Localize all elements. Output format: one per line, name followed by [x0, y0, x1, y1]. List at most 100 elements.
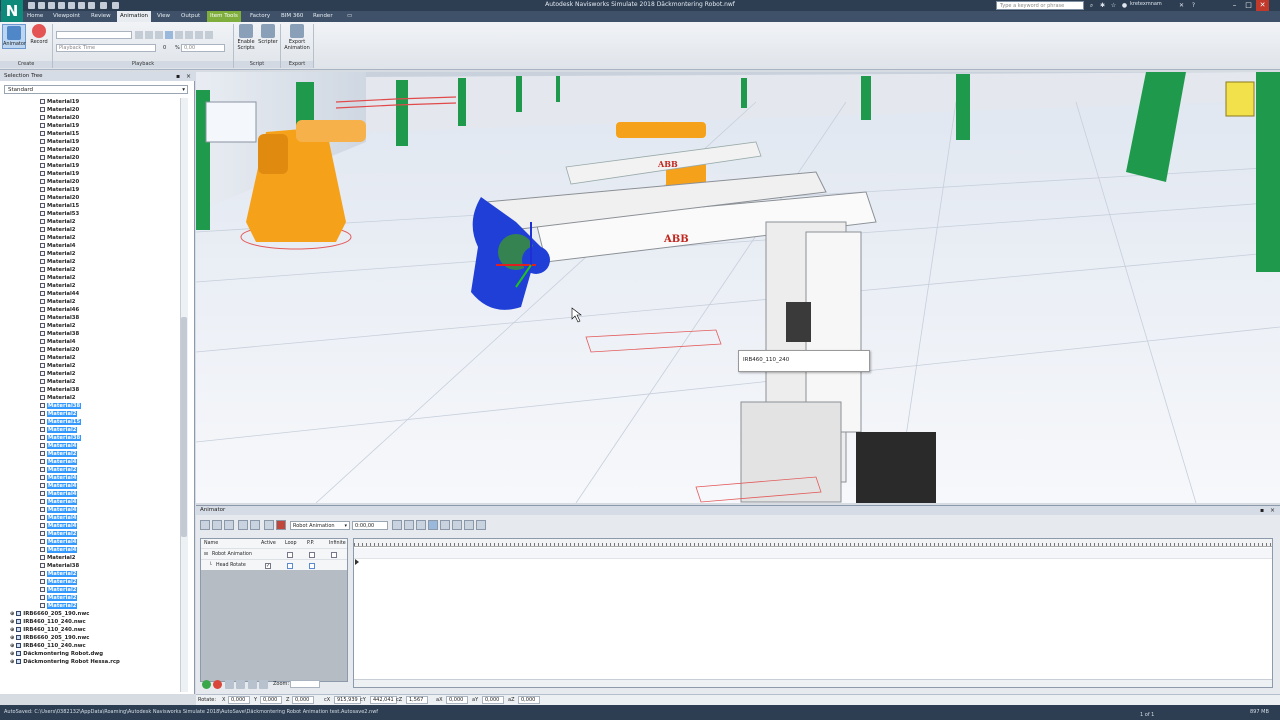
tree-item[interactable]: Material19	[0, 138, 180, 146]
tree-item[interactable]: Material2	[0, 466, 180, 474]
step-forward-icon[interactable]	[195, 31, 203, 39]
step-back-icon[interactable]	[145, 31, 153, 39]
3d-viewport[interactable]: ABB ABB IRB460_110_240	[196, 72, 1280, 503]
pin-icon[interactable]: ▪	[176, 73, 183, 80]
tab-home[interactable]: Home	[24, 11, 46, 22]
tree-item[interactable]: Material4	[0, 490, 180, 498]
cx-field[interactable]: 915,939	[334, 696, 361, 704]
move-down-icon[interactable]	[236, 680, 245, 689]
mouse-select-icon[interactable]	[112, 2, 119, 9]
x-field[interactable]: 0,000	[228, 696, 250, 704]
subscription-icon[interactable]: ✱	[1099, 2, 1106, 9]
tree-item[interactable]: Material19	[0, 122, 180, 130]
rotate-animation-icon[interactable]	[212, 520, 222, 530]
fast-forward-icon[interactable]	[205, 31, 213, 39]
timeline-ruler[interactable]	[354, 539, 1272, 547]
page-indicator[interactable]: 1 of 1	[1140, 708, 1154, 720]
tree-item[interactable]: Material4	[0, 338, 180, 346]
tree-item[interactable]: Material20	[0, 194, 180, 202]
pp-checkbox[interactable]	[309, 563, 315, 569]
delete-icon[interactable]	[213, 680, 222, 689]
step-forward-icon[interactable]	[464, 520, 474, 530]
z-field[interactable]: 0,000	[292, 696, 314, 704]
play-icon[interactable]	[185, 31, 193, 39]
tree-item[interactable]: Material19	[0, 98, 180, 106]
tree-file-item[interactable]: ⊕ IRB460_110_240.nwc	[0, 642, 180, 650]
properties-icon[interactable]	[88, 2, 95, 9]
tree-item[interactable]: Material2	[0, 426, 180, 434]
tree-item[interactable]: Material2	[0, 594, 180, 602]
tab-viewpoint[interactable]: Viewpoint	[50, 11, 83, 22]
pause-icon[interactable]	[428, 520, 438, 530]
tab-factory[interactable]: Factory	[247, 11, 273, 22]
pp-checkbox[interactable]	[309, 552, 315, 558]
tree-item[interactable]: Material2	[0, 258, 180, 266]
tree-item[interactable]: Material15	[0, 202, 180, 210]
zoom-out-icon[interactable]	[259, 680, 268, 689]
tree-item[interactable]: Material38	[0, 434, 180, 442]
tree-item[interactable]: Material38	[0, 562, 180, 570]
time-marker-icon[interactable]	[355, 559, 359, 565]
minimize-button[interactable]: –	[1228, 0, 1241, 11]
tree-item[interactable]: Material4	[0, 474, 180, 482]
print-icon[interactable]	[48, 2, 55, 9]
y-field[interactable]: 0,000	[260, 696, 282, 704]
az-field[interactable]: 0,000	[518, 696, 540, 704]
refresh-icon[interactable]	[78, 2, 85, 9]
ay-field[interactable]: 0,000	[482, 696, 504, 704]
tree-scrollbar-thumb[interactable]	[181, 317, 187, 537]
search-input[interactable]: Type a keyword or phrase	[996, 1, 1084, 10]
tree-item[interactable]: Material53	[0, 210, 180, 218]
help-icon[interactable]: ?	[1190, 2, 1197, 9]
tree-item[interactable]: Material15	[0, 130, 180, 138]
tree-item[interactable]: Material38	[0, 314, 180, 322]
rewind-icon[interactable]	[392, 520, 402, 530]
tree-item[interactable]: Material20	[0, 178, 180, 186]
tree-item[interactable]: Material4	[0, 506, 180, 514]
rewind-icon[interactable]	[135, 31, 143, 39]
translate-animation-icon[interactable]	[200, 520, 210, 530]
tree-item[interactable]: Material2	[0, 234, 180, 242]
undo-icon[interactable]	[58, 2, 65, 9]
tree-item[interactable]: Material2	[0, 570, 180, 578]
tree-file-item[interactable]: ⊕ IRB6660_205_190.nwc	[0, 610, 180, 618]
search-icon[interactable]: ⌕	[1088, 2, 1095, 9]
panel-close-icon[interactable]: ×	[1270, 507, 1275, 514]
auto-key-icon[interactable]	[276, 520, 286, 530]
tree-item[interactable]: Material4	[0, 442, 180, 450]
tree-item[interactable]: Material2	[0, 250, 180, 258]
zoom-in-icon[interactable]	[248, 680, 257, 689]
tree-item[interactable]: Material44	[0, 290, 180, 298]
tree-item[interactable]: Material2	[0, 394, 180, 402]
tree-item[interactable]: Material4	[0, 242, 180, 250]
tab-animation[interactable]: Animation	[117, 11, 152, 22]
timeline[interactable]	[353, 538, 1273, 688]
tab-review[interactable]: Review	[88, 11, 114, 22]
tree-item[interactable]: Material2	[0, 226, 180, 234]
transparency-animation-icon[interactable]	[250, 520, 260, 530]
tree-item[interactable]: Material46	[0, 306, 180, 314]
panel-close-icon[interactable]: ×	[186, 73, 193, 80]
tree-item[interactable]: Material20	[0, 114, 180, 122]
play-reverse-icon[interactable]	[155, 31, 163, 39]
tree-file-item[interactable]: ⊕ Däckmontering Robot Hessa.rcp	[0, 658, 180, 666]
save-icon[interactable]	[38, 2, 45, 9]
percent-input[interactable]: 0,00	[181, 44, 225, 52]
pin-icon[interactable]: ▪	[1260, 507, 1264, 514]
user-icon[interactable]: ●	[1121, 2, 1128, 9]
tree-item[interactable]: Material4	[0, 458, 180, 466]
stop-icon[interactable]	[440, 520, 450, 530]
play-reverse-icon[interactable]	[416, 520, 426, 530]
communication-icon[interactable]: ☆	[1110, 2, 1117, 9]
animation-select[interactable]	[56, 31, 132, 39]
tab-output[interactable]: Output	[178, 11, 203, 22]
fast-forward-icon[interactable]	[476, 520, 486, 530]
ax-field[interactable]: 0,000	[446, 696, 468, 704]
add-icon[interactable]	[202, 680, 211, 689]
tree-mode-select[interactable]: Standard ▾	[4, 85, 188, 94]
tree-file-item[interactable]: ⊕ IRB6660_205_190.nwc	[0, 634, 180, 642]
play-icon[interactable]	[452, 520, 462, 530]
pause-icon[interactable]	[165, 31, 173, 39]
tree-item[interactable]: Material2	[0, 298, 180, 306]
maximize-button[interactable]: □	[1242, 0, 1255, 11]
